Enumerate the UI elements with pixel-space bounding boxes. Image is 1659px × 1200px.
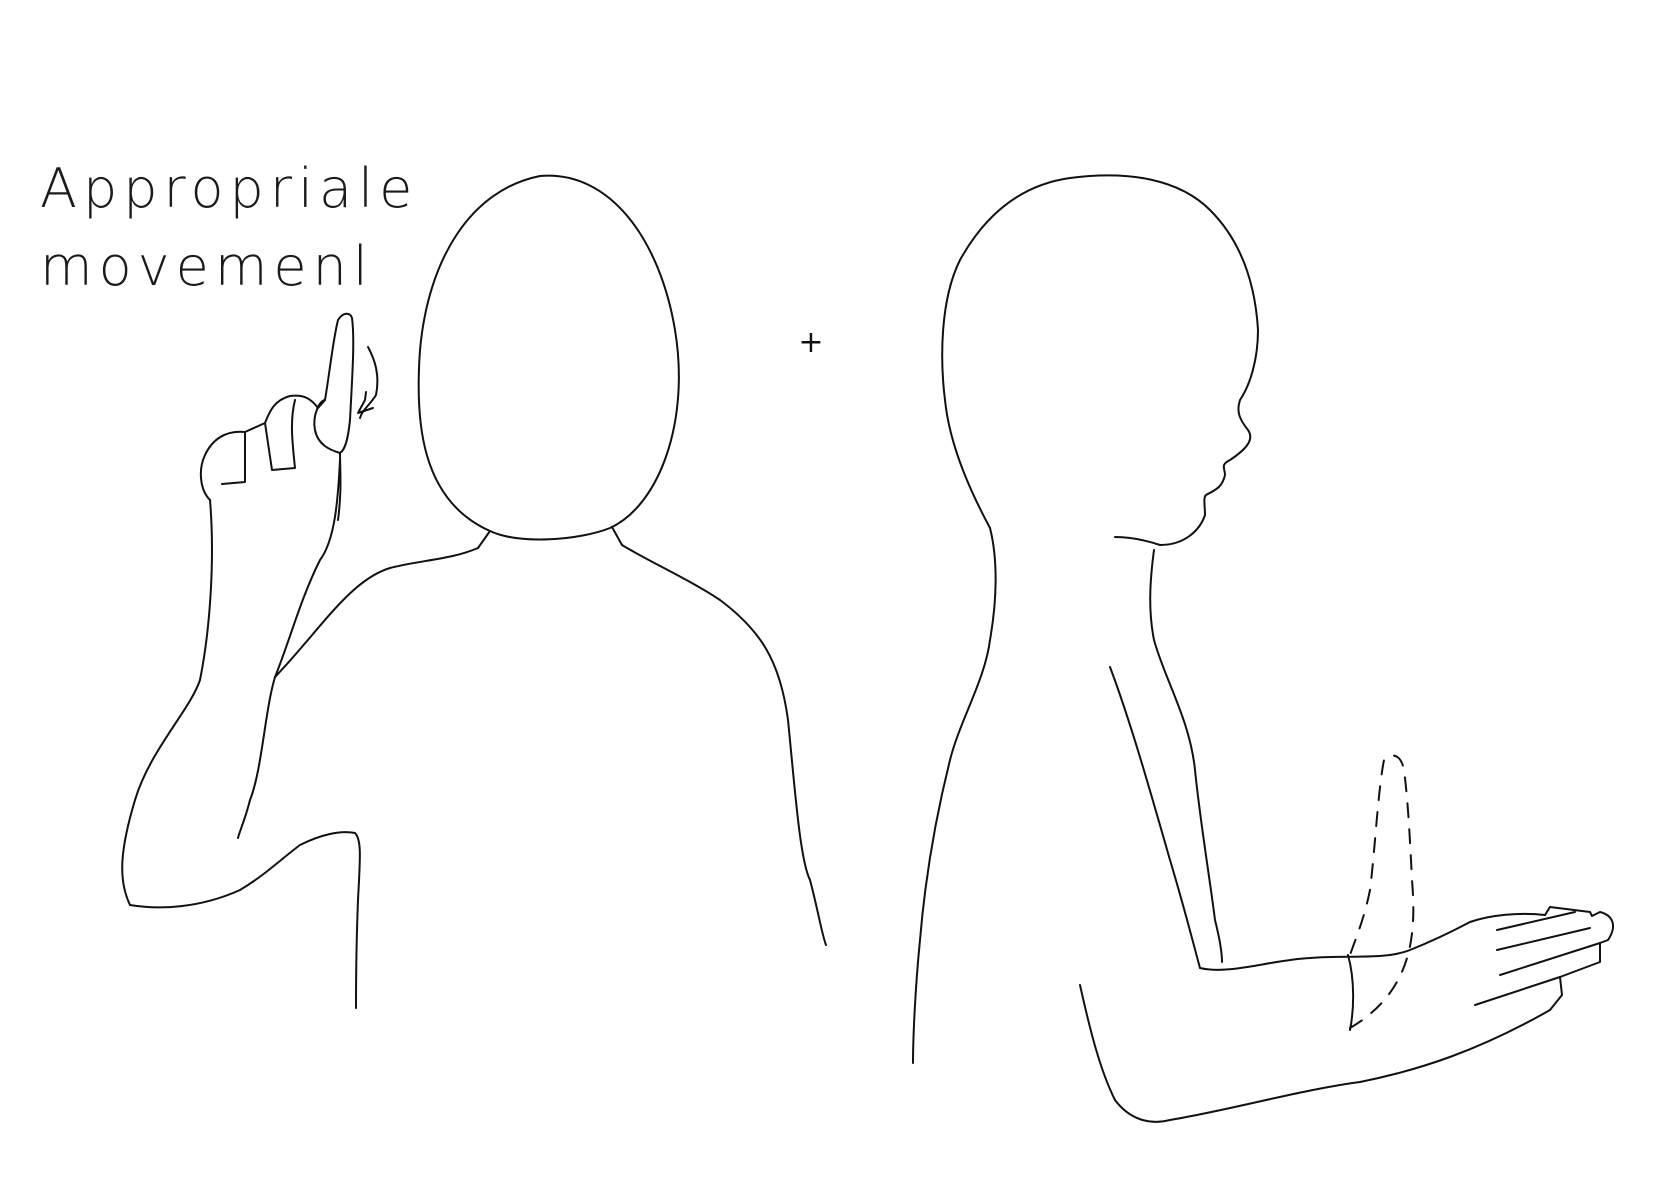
sign-illustration: +	[121, 174, 1615, 1123]
side-neck-front	[1149, 549, 1223, 963]
front-index-finger	[313, 399, 341, 454]
front-neck-left	[477, 530, 491, 549]
front-hand	[199, 312, 355, 521]
side-wrist	[1347, 954, 1355, 1031]
front-neck-right	[611, 526, 623, 546]
side-forearm-top	[1199, 912, 1546, 971]
front-raised-arm	[274, 459, 341, 678]
side-hand	[1544, 906, 1615, 1011]
side-back	[912, 527, 997, 1064]
front-thumb	[359, 346, 379, 419]
side-previous-position	[1349, 754, 1415, 1029]
front-left-shoulder	[274, 547, 479, 678]
front-head	[417, 174, 680, 541]
front-figure	[121, 174, 827, 1009]
front-forearm-inner	[237, 676, 276, 839]
side-upper-arm	[1109, 666, 1201, 969]
front-right-shoulder	[621, 544, 827, 946]
front-forearm-outer	[121, 499, 213, 906]
side-forearm-bottom	[1079, 984, 1551, 1123]
front-curled-fingers	[221, 399, 296, 485]
side-fingers	[1474, 911, 1601, 1006]
side-figure	[912, 174, 1615, 1123]
front-elbow-bottom	[129, 831, 361, 1009]
side-head	[941, 174, 1259, 546]
side-jaw	[1114, 536, 1161, 546]
plus-sign: +	[798, 325, 823, 360]
